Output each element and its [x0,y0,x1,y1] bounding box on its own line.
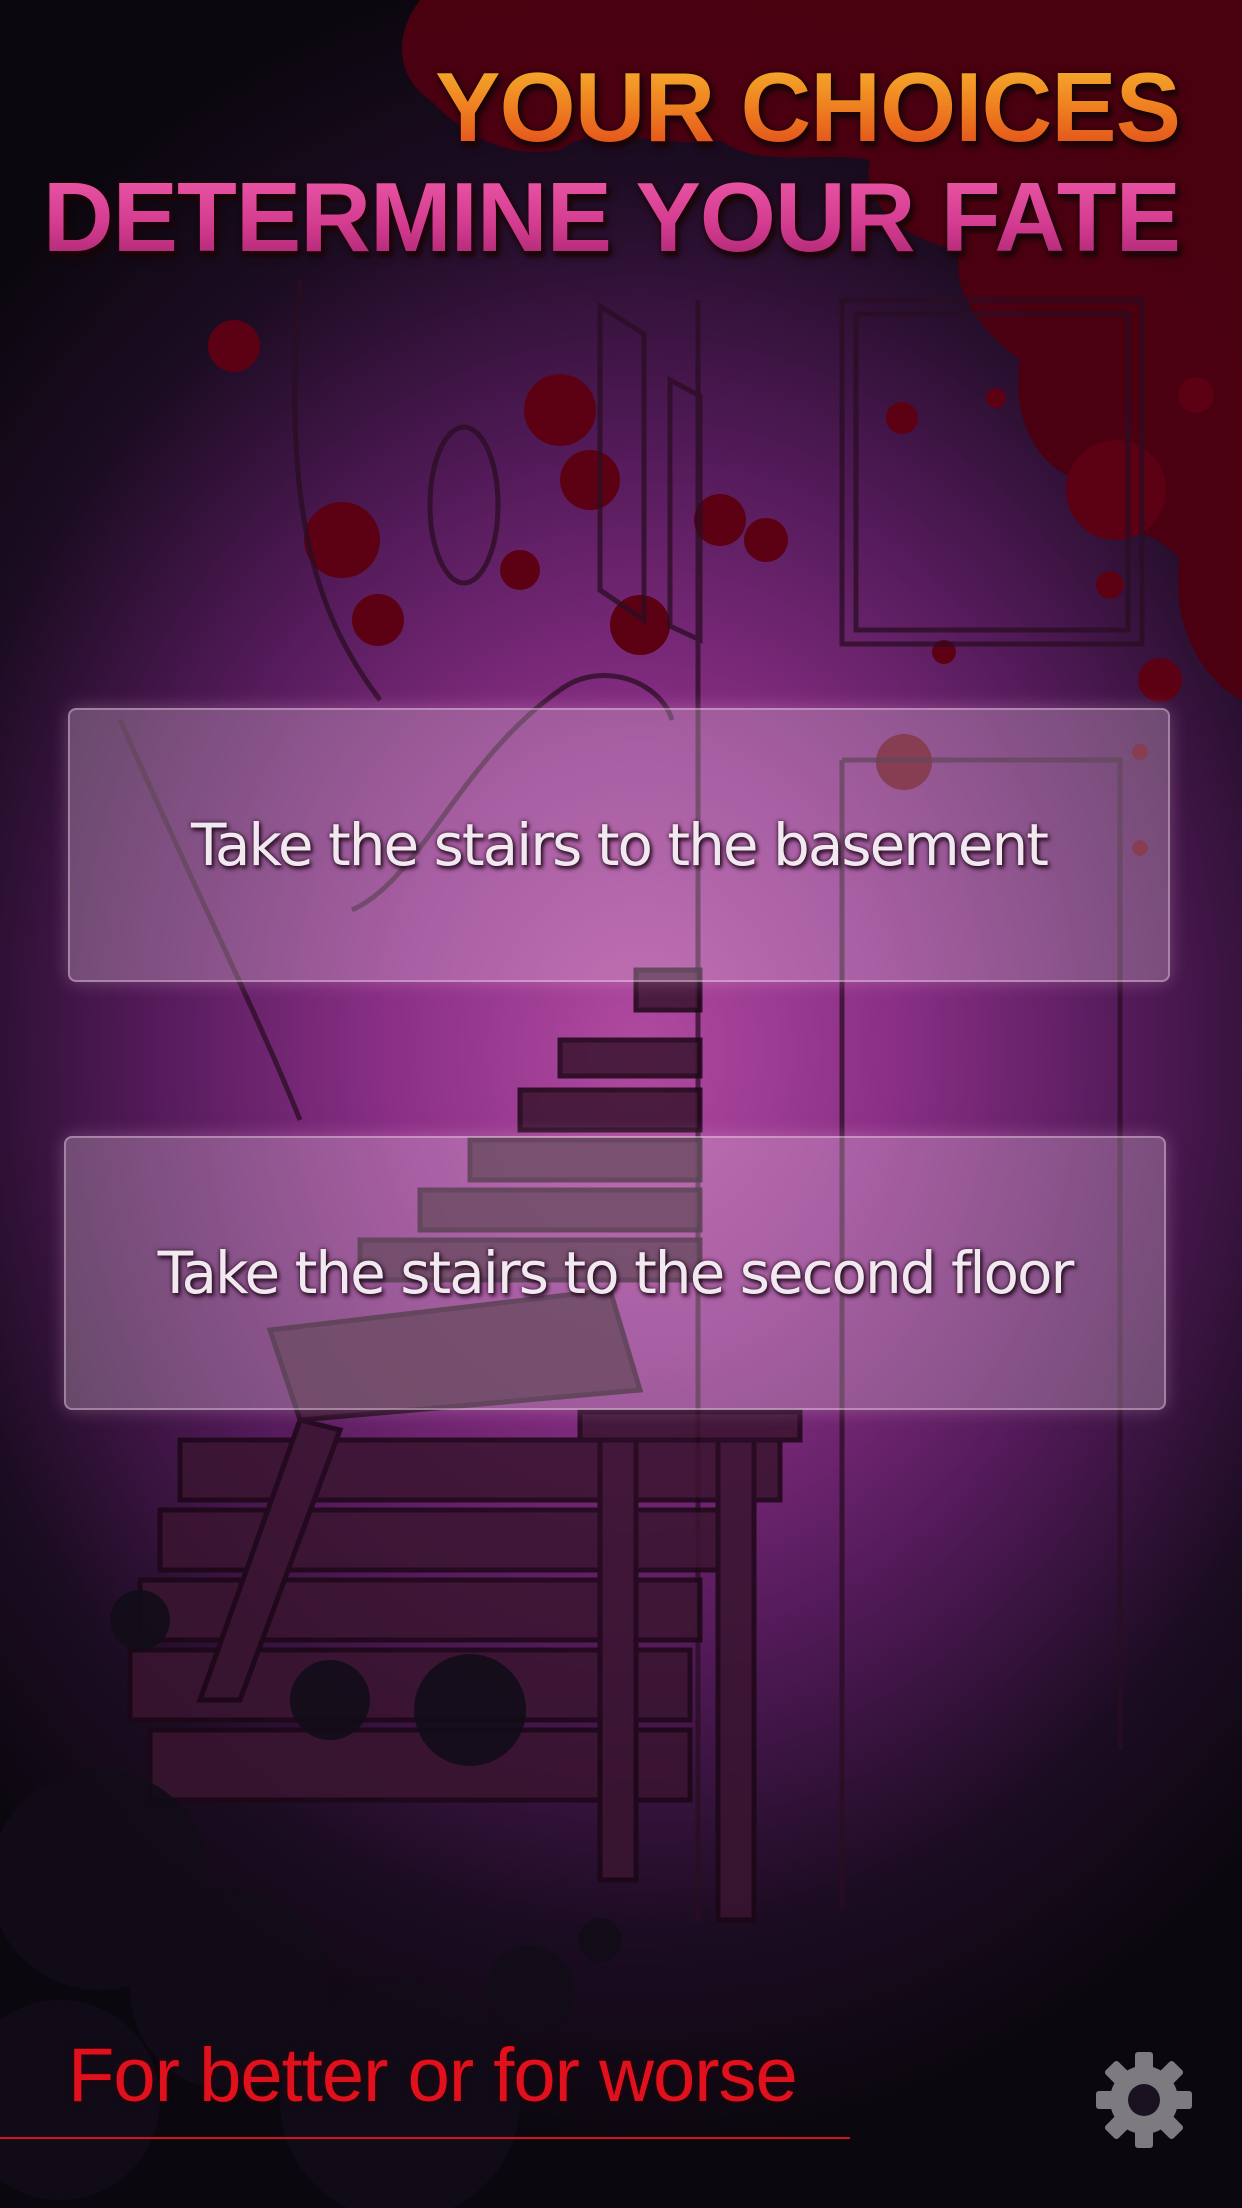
tagline-underline [0,2137,850,2139]
title-line-1: YOUR CHOICES [43,58,1181,156]
tagline: For better or for worse [68,2033,798,2118]
gear-icon[interactable] [1094,2050,1194,2150]
choice-button-second-floor[interactable]: Take the stairs to the second floor [64,1136,1166,1410]
choice-button-basement[interactable]: Take the stairs to the basement [68,708,1170,982]
choice-label: Take the stairs to the basement [191,811,1049,879]
choice-label: Take the stairs to the second floor [157,1239,1075,1307]
title-line-2: DETERMINE YOUR FATE [42,162,1181,272]
title: YOUR CHOICES DETERMINE YOUR FATE [42,58,1181,272]
game-screen: YOUR CHOICES DETERMINE YOUR FATE Take th… [0,0,1242,2208]
haunted-house-background [0,0,1242,2208]
